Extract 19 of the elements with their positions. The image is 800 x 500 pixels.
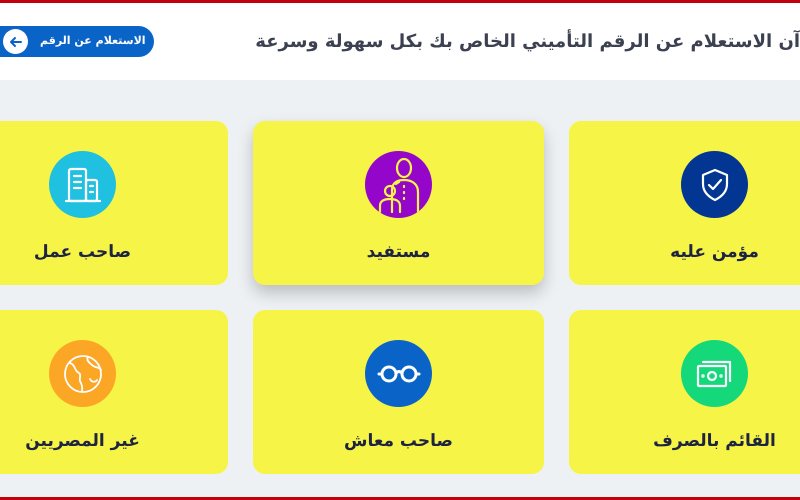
service-card[interactable]: مستفيد <box>253 121 544 285</box>
service-card[interactable]: صاحب معاش <box>253 310 544 474</box>
buildings-icon <box>64 166 102 204</box>
glasses-icon <box>376 364 420 384</box>
card-label: مستفيد <box>366 241 430 264</box>
card-label: القائم بالصرف <box>653 430 776 453</box>
card-label: صاحب عمل <box>34 241 132 264</box>
card-label: غير المصريين <box>25 430 140 453</box>
service-card[interactable]: القائم بالصرف <box>569 310 800 474</box>
inquiry-button[interactable]: الاستعلام عن الرقم <box>0 26 154 57</box>
service-card[interactable]: مؤمن عليه <box>569 121 800 285</box>
card-label: صاحب معاش <box>344 430 453 453</box>
headline: آن الاستعلام عن الرقم التأميني الخاص بك بكل سهولة وسرعة <box>255 28 800 54</box>
service-card[interactable]: غير المصريين <box>0 310 228 474</box>
card-label: مؤمن عليه <box>670 241 759 264</box>
arrow-left-icon <box>3 29 28 54</box>
globe-icon <box>62 352 104 394</box>
shield-check-icon <box>700 168 730 202</box>
service-card[interactable]: صاحب عمل <box>0 121 228 285</box>
